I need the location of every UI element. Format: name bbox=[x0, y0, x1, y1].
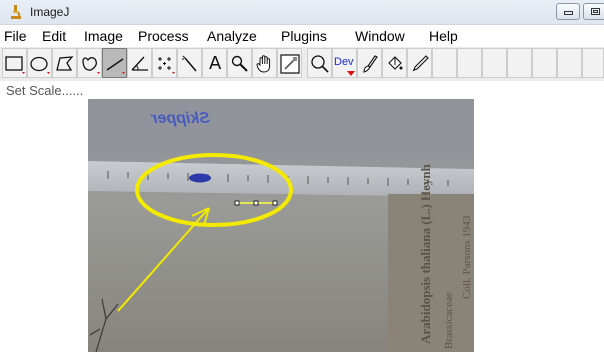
oval-tool[interactable] bbox=[27, 48, 52, 78]
tool-slot-empty[interactable] bbox=[532, 48, 557, 78]
tool-slot-empty[interactable] bbox=[432, 48, 457, 78]
brush-tool[interactable] bbox=[357, 48, 382, 78]
magnifier-icon bbox=[231, 55, 248, 72]
wand-icon bbox=[182, 55, 197, 72]
tool-slot-empty[interactable] bbox=[482, 48, 507, 78]
polygon-tool[interactable] bbox=[52, 48, 77, 78]
line-icon bbox=[106, 58, 125, 74]
polygon-icon bbox=[56, 56, 74, 71]
microscope-icon bbox=[11, 5, 21, 19]
menu-image[interactable]: Image bbox=[84, 28, 123, 44]
zoom-tool[interactable] bbox=[307, 48, 332, 78]
dropdown-indicator-icon bbox=[347, 71, 355, 76]
tool-slot-empty[interactable] bbox=[557, 48, 582, 78]
specimen-label-3: Coll. Parsons 1943 bbox=[461, 215, 473, 299]
status-text: Set Scale...... bbox=[6, 83, 84, 98]
hand-icon bbox=[256, 55, 271, 73]
maximize-icon bbox=[591, 8, 600, 15]
angle-icon bbox=[131, 56, 148, 71]
text-icon: A bbox=[209, 53, 222, 74]
brush-icon bbox=[363, 55, 378, 73]
specimen-photo[interactable]: Skipper Arabidopsis thaliana (L.) Heynh … bbox=[88, 99, 474, 352]
straight-line-tool[interactable] bbox=[102, 48, 127, 78]
zoom-icon bbox=[311, 55, 329, 73]
specimen-label-2: Brassicaceae bbox=[443, 292, 455, 349]
point-tool[interactable] bbox=[152, 48, 177, 78]
menu-help[interactable]: Help bbox=[429, 28, 458, 44]
freehand-icon bbox=[82, 57, 100, 74]
menu-analyze[interactable]: Analyze bbox=[207, 28, 257, 44]
toolbar: A Dev bbox=[0, 47, 604, 81]
menu-window[interactable]: Window bbox=[355, 28, 405, 44]
angle-tool[interactable] bbox=[127, 48, 152, 78]
freehand-tool[interactable] bbox=[77, 48, 102, 78]
minimize-icon bbox=[564, 11, 573, 15]
dev-icon: Dev bbox=[334, 56, 354, 68]
scrolling-tool[interactable] bbox=[252, 48, 277, 78]
wand-tool[interactable] bbox=[177, 48, 202, 78]
maximize-button[interactable] bbox=[583, 3, 604, 20]
menu-plugins[interactable]: Plugins bbox=[281, 28, 327, 44]
ruler-print: Skipper bbox=[151, 110, 210, 127]
tool-slot-empty[interactable] bbox=[507, 48, 532, 78]
window-title: ImageJ bbox=[30, 5, 70, 19]
pen-icon bbox=[412, 55, 429, 72]
developer-menu-tool[interactable]: Dev bbox=[332, 48, 357, 78]
menu-edit[interactable]: Edit bbox=[42, 28, 66, 44]
image-canvas[interactable]: Skipper Arabidopsis thaliana (L.) Heynh … bbox=[88, 99, 474, 352]
specimen-label-1: Arabidopsis thaliana (L.) Heynh bbox=[418, 163, 433, 344]
fill-icon bbox=[388, 56, 403, 70]
menu-bar: File Edit Image Process Analyze Plugins … bbox=[0, 25, 604, 46]
title-bar: ImageJ bbox=[0, 0, 604, 25]
rectangle-icon bbox=[5, 56, 25, 74]
tool-slot-empty[interactable] bbox=[582, 48, 604, 78]
status-bar: Set Scale...... bbox=[0, 82, 604, 98]
minimize-button[interactable] bbox=[556, 3, 580, 20]
rectangle-tool[interactable] bbox=[2, 48, 27, 78]
color-picker-tool[interactable] bbox=[277, 48, 302, 78]
text-tool[interactable]: A bbox=[202, 48, 227, 78]
menu-file[interactable]: File bbox=[4, 28, 27, 44]
flood-fill-tool[interactable] bbox=[382, 48, 407, 78]
color-picker-icon bbox=[280, 54, 300, 74]
imagej-window: ImageJ File Edit Image Process Analyze P… bbox=[0, 0, 604, 352]
pencil-tool[interactable] bbox=[407, 48, 432, 78]
multipoint-icon bbox=[158, 57, 175, 74]
magnifying-glass-tool[interactable] bbox=[227, 48, 252, 78]
oval-icon bbox=[30, 56, 50, 74]
menu-process[interactable]: Process bbox=[138, 28, 189, 44]
tool-slot-empty[interactable] bbox=[457, 48, 482, 78]
